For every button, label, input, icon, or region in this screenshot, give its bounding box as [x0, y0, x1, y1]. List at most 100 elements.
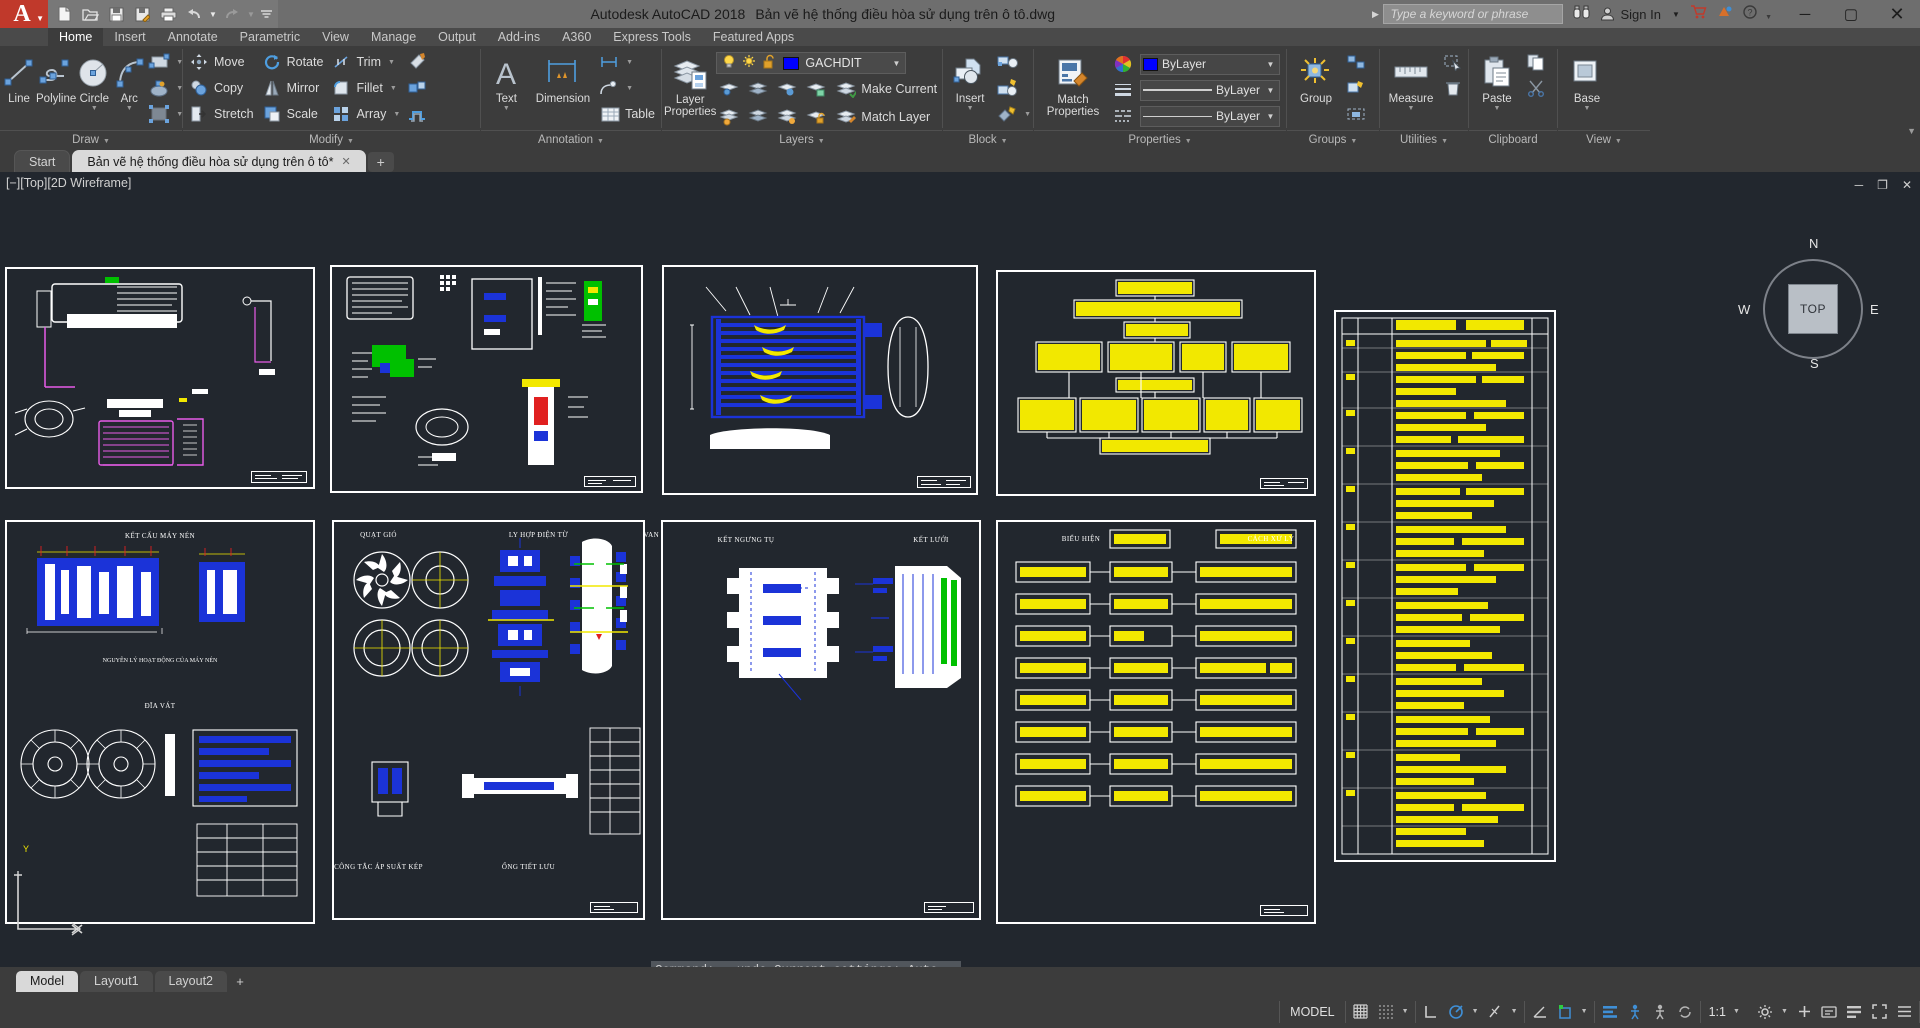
- copy-clip-icon[interactable]: [1523, 49, 1549, 75]
- cut-icon[interactable]: [1523, 75, 1549, 101]
- drawing-sheet-table[interactable]: [1334, 310, 1556, 862]
- layer-unlock-icon[interactable]: [759, 54, 779, 72]
- attributes-dropdown-icon[interactable]: ▼: [1024, 111, 1031, 118]
- text-dropdown-icon[interactable]: ▼: [503, 105, 510, 113]
- define-attributes-icon[interactable]: [995, 101, 1021, 127]
- linetype-combo[interactable]: ByLayer ▼: [1140, 105, 1280, 127]
- drawing-sheet-schematic[interactable]: [5, 267, 315, 489]
- group-edit-icon[interactable]: [1343, 75, 1369, 101]
- ribbon-tab-express-tools[interactable]: Express Tools: [602, 28, 702, 46]
- save-as-icon[interactable]: [130, 3, 154, 25]
- layer-merge-icon[interactable]: [774, 104, 800, 130]
- lineweight-icon[interactable]: [1110, 77, 1136, 103]
- ribbon-tab-home[interactable]: Home: [48, 28, 104, 46]
- annotation-monitor-icon[interactable]: [1649, 1001, 1671, 1023]
- layer-dropdown-icon[interactable]: ▼: [889, 59, 903, 68]
- layer-freeze-tool-icon[interactable]: [745, 76, 771, 102]
- viewcube-top-face[interactable]: TOP: [1788, 284, 1838, 334]
- gear-icon[interactable]: [1754, 1001, 1776, 1023]
- viewcube-west-label[interactable]: W: [1738, 302, 1750, 317]
- linetype-icon[interactable]: [1110, 103, 1136, 129]
- object-snap-tracking-icon[interactable]: [1529, 1001, 1551, 1023]
- new-document-button[interactable]: +: [367, 152, 394, 172]
- measure-tool[interactable]: Measure ▼: [1382, 49, 1440, 113]
- drawing-sheet-components[interactable]: QUẠT GIÓ LY HỢP ĐIỆN TỪ VAN GIÃN NỞ: [332, 520, 693, 920]
- array-dropdown-icon[interactable]: ▼: [393, 111, 400, 118]
- scale-tool[interactable]: Scale: [258, 101, 328, 127]
- viewport-minimize-button[interactable]: ─: [1855, 178, 1864, 192]
- layer-unlock-tool-icon[interactable]: [803, 104, 829, 130]
- viewcube-east-label[interactable]: E: [1870, 302, 1879, 317]
- table-tool[interactable]: Table: [596, 101, 659, 127]
- search-binoculars-icon[interactable]: [1573, 5, 1590, 23]
- chevron-down-icon[interactable]: ▼: [347, 138, 354, 145]
- lineweight-combo[interactable]: ByLayer ▼: [1140, 79, 1280, 101]
- line-tool[interactable]: Line: [2, 49, 36, 105]
- group-selection-icon[interactable]: [1343, 101, 1369, 127]
- match-layer-tool[interactable]: Match Layer: [832, 104, 934, 130]
- edit-block-icon[interactable]: [995, 75, 1021, 101]
- group-tool[interactable]: Group: [1289, 49, 1343, 105]
- paste-dropdown-icon[interactable]: ▼: [1494, 105, 1501, 113]
- purge-icon[interactable]: [1440, 75, 1466, 101]
- layer-properties-tool[interactable]: Layer Properties: [664, 50, 716, 118]
- undo-icon[interactable]: [182, 3, 206, 25]
- viewport-close-button[interactable]: ✕: [1902, 178, 1912, 192]
- isolate-objects-icon[interactable]: [1843, 1001, 1865, 1023]
- ribbon-tab-manage[interactable]: Manage: [360, 28, 427, 46]
- viewport-label[interactable]: [−][Top][2D Wireframe]: [6, 176, 131, 190]
- leader-icon[interactable]: [596, 75, 622, 101]
- ribbon-tab-output[interactable]: Output: [427, 28, 487, 46]
- ribbon-tab-addins[interactable]: Add-ins: [487, 28, 551, 46]
- hatch-icon[interactable]: [146, 75, 172, 101]
- layer-lock-icon[interactable]: [803, 76, 829, 102]
- stretch-tool[interactable]: Stretch: [185, 101, 258, 127]
- fullscreen-icon[interactable]: [1868, 1001, 1890, 1023]
- arc-dropdown-icon[interactable]: ▼: [126, 105, 133, 113]
- doc-tab-start[interactable]: Start: [14, 150, 71, 172]
- layer-freeze-sun-icon[interactable]: [739, 54, 759, 72]
- chevron-down-icon[interactable]: ▼: [1615, 138, 1622, 145]
- undo-dropdown-icon[interactable]: ▼: [208, 3, 218, 25]
- layout-tab-layout2[interactable]: Layout2: [154, 970, 228, 992]
- trim-tool[interactable]: Trim ▼: [327, 49, 404, 75]
- autodesk-app-icon[interactable]: [1717, 5, 1733, 23]
- text-tool[interactable]: A Text ▼: [483, 49, 530, 113]
- insert-block-tool[interactable]: Insert ▼: [945, 49, 995, 113]
- ungroup-icon[interactable]: [1343, 49, 1369, 75]
- base-dropdown-icon[interactable]: ▼: [1584, 105, 1591, 113]
- fillet-dropdown-icon[interactable]: ▼: [390, 85, 397, 92]
- chevron-down-icon[interactable]: ▼: [1001, 138, 1008, 145]
- customization-plus-icon[interactable]: [1793, 1001, 1815, 1023]
- cart-icon[interactable]: [1690, 5, 1707, 23]
- copy-tool[interactable]: Copy: [185, 75, 258, 101]
- ucs-icon[interactable]: [1554, 1001, 1576, 1023]
- mirror-tool[interactable]: Mirror: [258, 75, 328, 101]
- make-current-tool[interactable]: Make Current: [832, 76, 941, 102]
- layer-turn-on-icon[interactable]: [716, 104, 742, 130]
- layer-thaw-icon[interactable]: [745, 104, 771, 130]
- array-tool[interactable]: Array ▼: [327, 101, 404, 127]
- search-expand-icon[interactable]: ▶: [1367, 9, 1383, 20]
- chevron-down-icon[interactable]: ▼: [1264, 60, 1277, 69]
- plot-icon[interactable]: [156, 3, 180, 25]
- quick-select-icon[interactable]: [1440, 49, 1466, 75]
- viewcube[interactable]: TOP N S E W: [1738, 236, 1879, 371]
- viewcube-north-label[interactable]: N: [1809, 236, 1818, 251]
- rectangle-icon[interactable]: [146, 49, 172, 75]
- ribbon-tab-insert[interactable]: Insert: [103, 28, 156, 46]
- layout-tab-layout1[interactable]: Layout1: [80, 970, 153, 992]
- chevron-down-icon[interactable]: ▼: [1350, 138, 1357, 145]
- layer-color-swatch[interactable]: [783, 56, 800, 70]
- redo-dropdown-icon[interactable]: ▼: [246, 3, 256, 25]
- ribbon-tab-parametric[interactable]: Parametric: [229, 28, 311, 46]
- circle-dropdown-icon[interactable]: ▼: [91, 105, 98, 113]
- sign-in-button[interactable]: Sign In ▼: [1600, 7, 1680, 22]
- create-block-icon[interactable]: [995, 49, 1021, 75]
- dimension-style-dropdown-icon[interactable]: ▼: [626, 59, 633, 66]
- layer-on-bulb-icon[interactable]: [719, 54, 739, 72]
- qat-customize-icon[interactable]: [258, 3, 274, 25]
- snap-dropdown-icon[interactable]: ▼: [1400, 1008, 1411, 1015]
- gradient-icon[interactable]: [146, 101, 172, 127]
- chevron-down-icon[interactable]: ▼: [1441, 138, 1448, 145]
